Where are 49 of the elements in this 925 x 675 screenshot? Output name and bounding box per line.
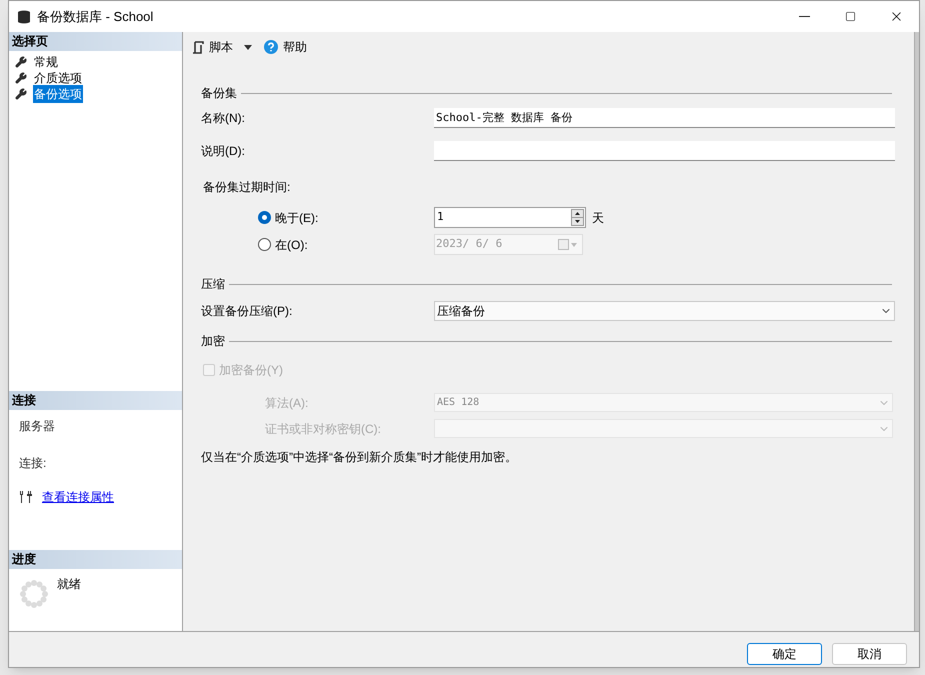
compression-label: 设置备份压缩(P): <box>201 303 294 320</box>
algorithm-label: 算法(A): <box>264 394 310 412</box>
section-heading: 备份集 <box>201 85 237 102</box>
spin-arrows-icon[interactable] <box>571 209 584 226</box>
connection-label: 连接: <box>19 455 48 472</box>
connection-label: 服务器 <box>19 418 56 435</box>
plug-icon <box>19 491 33 503</box>
expiry-label: 备份集过期时间: <box>203 179 292 196</box>
script-icon <box>192 40 204 54</box>
compression-dropdown[interactable]: 压缩备份 <box>434 301 895 321</box>
days-spinner-field[interactable]: 1 <box>434 207 586 228</box>
radio-button[interactable] <box>258 211 271 224</box>
help-icon <box>264 40 278 54</box>
encrypt-checkbox-label: 加密备份(Y) <box>219 362 283 379</box>
script-button[interactable]: 脚本 <box>208 38 234 56</box>
minimize-icon <box>798 16 810 17</box>
maximize-icon <box>844 11 856 22</box>
key-label: 证书或非对称密钥(C): <box>264 420 382 438</box>
key-dropdown[interactable] <box>434 419 893 438</box>
radio-label: 在(O): <box>275 236 308 254</box>
help-button[interactable]: 帮助 <box>282 38 308 56</box>
section-header: 进度 <box>9 550 182 569</box>
section-heading: 加密 <box>201 333 225 350</box>
database-icon <box>18 10 30 24</box>
wrench-icon <box>15 88 27 100</box>
connection-properties-link[interactable]: 查看连接属性 <box>42 488 114 506</box>
window-title: 备份数据库 - School <box>37 8 154 26</box>
wrench-icon <box>15 72 27 84</box>
name-label: 名称(N): <box>201 110 246 127</box>
progress-status: 就绪 <box>57 576 81 593</box>
radio-button[interactable] <box>258 238 271 251</box>
unit-label: 天 <box>592 210 604 226</box>
description-field[interactable] <box>434 141 895 161</box>
sidebar-item[interactable]: 介质选项 <box>33 69 83 87</box>
section-header: 连接 <box>9 391 182 410</box>
radio-label: 晚于(E): <box>275 210 318 226</box>
dropdown-caret-icon[interactable] <box>244 44 252 50</box>
name-field[interactable]: School-完整 数据库 备份 <box>434 108 895 128</box>
spinner-icon <box>19 579 49 609</box>
dialog-button[interactable]: 取消 <box>832 642 907 664</box>
sidebar-item[interactable]: 备份选项 <box>33 85 83 103</box>
wrench-icon <box>15 56 27 68</box>
sidebar-item[interactable]: 常规 <box>33 53 59 71</box>
description-label: 说明(D): <box>201 143 246 160</box>
dialog-button[interactable]: 确定 <box>747 642 822 664</box>
encryption-note: 仅当在“介质选项”中选择“备份到新介质集”时才能使用加密。 <box>201 449 518 466</box>
calendar-icon[interactable] <box>558 238 578 250</box>
section-header: 选择页 <box>9 32 182 51</box>
section-heading: 压缩 <box>201 276 225 293</box>
